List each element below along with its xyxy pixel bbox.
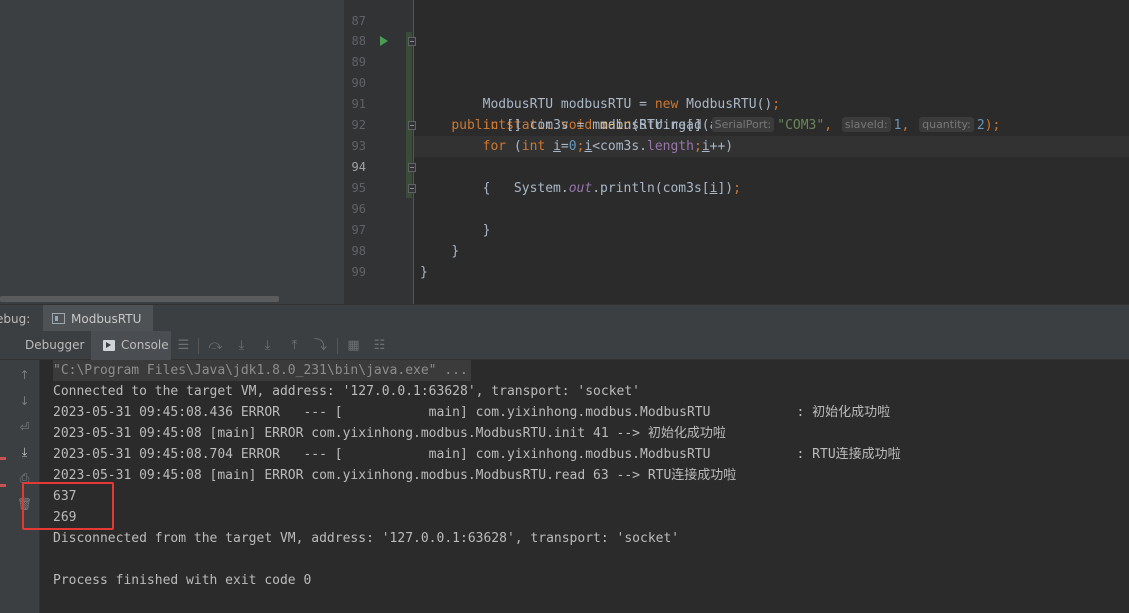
fold-icon[interactable] xyxy=(408,37,416,46)
debug-toolbar: Debugger Console ☰ ⤼ ⤓ ⤓ ⤒ ⤵ ▦ ☷ xyxy=(0,331,1129,360)
code-line-99: 99 xyxy=(344,241,1129,279)
console-line: 2023-05-31 09:45:08.704 ERROR --- [ main… xyxy=(53,447,901,462)
trace-stream-icon[interactable]: ☷ xyxy=(372,338,387,353)
code-line-92: 92 for (int i=0;i<com3s.length;i++) xyxy=(344,94,1129,154)
breakpoint-marker[interactable] xyxy=(0,484,6,487)
console-line: "C:\Program Files\Java\jdk1.8.0_231\bin\… xyxy=(53,360,471,381)
console-output[interactable]: "C:\Program Files\Java\jdk1.8.0_231\bin\… xyxy=(41,360,1129,613)
stop-marker[interactable] xyxy=(0,457,6,460)
code-line-91: 91 int[] com3s = modbusRTU.read(SerialPo… xyxy=(344,73,1129,133)
toolbar-separator xyxy=(198,338,199,354)
code-text: } xyxy=(420,265,428,280)
tool-window-strip xyxy=(0,360,8,613)
step-into-icon[interactable]: ⤓ xyxy=(260,338,275,353)
code-line-95: 95 } xyxy=(344,157,1129,238)
code-line-97: 97 xyxy=(344,199,1129,237)
scroll-down-icon[interactable]: ↓ xyxy=(17,394,32,409)
fold-icon[interactable] xyxy=(408,163,416,172)
annotation-highlight-box xyxy=(22,482,114,530)
step-out-icon[interactable]: ⤒ xyxy=(287,338,302,353)
tab-console-label: Console xyxy=(121,338,169,352)
console-line: 2023-05-31 09:45:08 [main] ERROR com.yix… xyxy=(53,468,737,483)
scroll-to-end-icon[interactable]: ⤓ xyxy=(17,445,32,460)
code-line-94: 94 System.out.println(com3s[i]); xyxy=(344,136,1129,196)
console-line: Process finished with exit code 0 xyxy=(53,573,312,588)
code-line-89: 89 public static void main(String[] args… xyxy=(344,31,1129,133)
line-number: 99 xyxy=(351,265,366,279)
code-line-88: 88 xyxy=(344,10,1129,48)
code-line-98: 98 } xyxy=(344,220,1129,280)
console-line: Connected to the target VM, address: '12… xyxy=(53,384,640,399)
step-over-icon[interactable]: ⤓ xyxy=(234,338,249,353)
evaluate-expression-icon[interactable]: ▦ xyxy=(346,338,361,353)
threads-menu-icon[interactable]: ☰ xyxy=(176,338,191,353)
soft-wrap-icon[interactable]: ⏎ xyxy=(17,420,32,435)
project-pane xyxy=(0,0,344,304)
debug-tool-window-header: ebug: ModbusRTU xyxy=(0,304,1129,332)
run-to-cursor-icon[interactable]: ⤵ xyxy=(313,338,328,353)
horizontal-scrollbar[interactable] xyxy=(0,296,279,302)
code-line-93: 93 { xyxy=(344,115,1129,196)
show-execution-point-icon[interactable]: ⤼ xyxy=(208,338,223,353)
code-line-90: 90 ModbusRTU modbusRTU = new ModbusRTU()… xyxy=(344,52,1129,112)
debug-label: ebug: xyxy=(0,312,31,326)
console-line: 2023-05-31 09:45:08 [main] ERROR com.yix… xyxy=(53,426,726,441)
run-gutter-icon[interactable] xyxy=(380,36,388,46)
code-line-96: 96 } xyxy=(344,178,1129,259)
console-line: 2023-05-31 09:45:08.436 ERROR --- [ main… xyxy=(53,405,891,420)
fold-icon[interactable] xyxy=(408,184,416,193)
console-icon xyxy=(103,340,115,351)
console-line: Disconnected from the target VM, address… xyxy=(53,531,680,546)
debug-session-tab[interactable]: ModbusRTU xyxy=(43,305,153,332)
session-icon xyxy=(52,313,65,324)
code-editor[interactable]: 87 88 89 public static void main(String[… xyxy=(344,0,1129,304)
fold-icon[interactable] xyxy=(408,121,416,130)
toolbar-separator xyxy=(337,338,338,354)
tab-debugger[interactable]: Debugger xyxy=(25,331,84,360)
session-tab-label: ModbusRTU xyxy=(71,311,142,326)
scroll-up-icon[interactable]: ↑ xyxy=(17,368,32,383)
tab-console[interactable]: Console xyxy=(91,331,171,360)
